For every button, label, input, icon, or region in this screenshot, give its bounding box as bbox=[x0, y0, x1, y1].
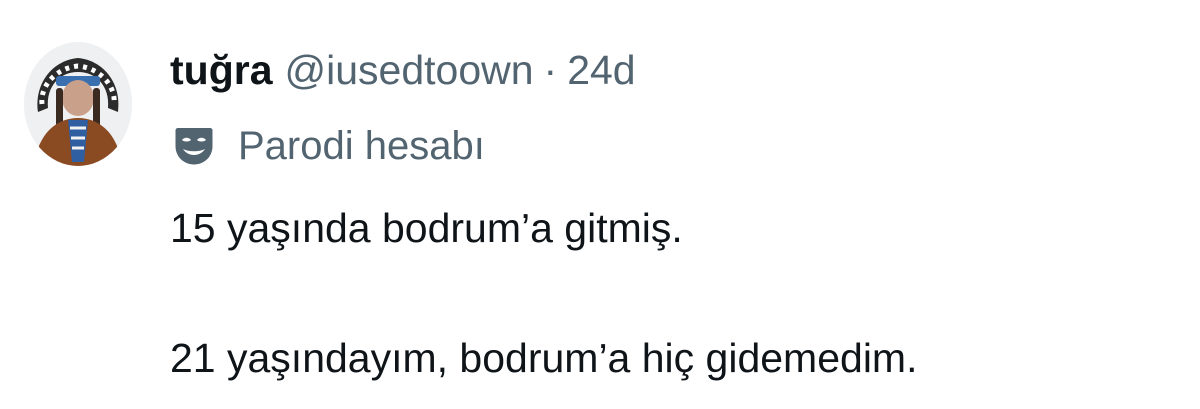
avatar[interactable] bbox=[24, 42, 132, 166]
separator: · bbox=[543, 47, 558, 93]
display-name[interactable]: tuğra bbox=[170, 44, 273, 96]
parody-label-text: Parodi hesabı bbox=[238, 124, 485, 168]
tweet-text-line: 15 yaşında bodrum’a gitmiş. bbox=[170, 205, 683, 251]
timestamp[interactable]: 24d bbox=[567, 44, 635, 96]
parody-label: Parodi hesabı bbox=[172, 120, 485, 172]
tweet-header: tuğra @iusedtoown · 24d bbox=[170, 44, 636, 96]
user-handle[interactable]: @iusedtoown bbox=[285, 44, 534, 96]
mask-icon bbox=[172, 124, 216, 168]
tweet-text-line: 21 yaşındayım, bodrum’a hiç gidemedim. bbox=[170, 335, 918, 381]
tweet[interactable]: tuğra @iusedtoown · 24d Parodi hesabı 15… bbox=[0, 0, 1200, 409]
